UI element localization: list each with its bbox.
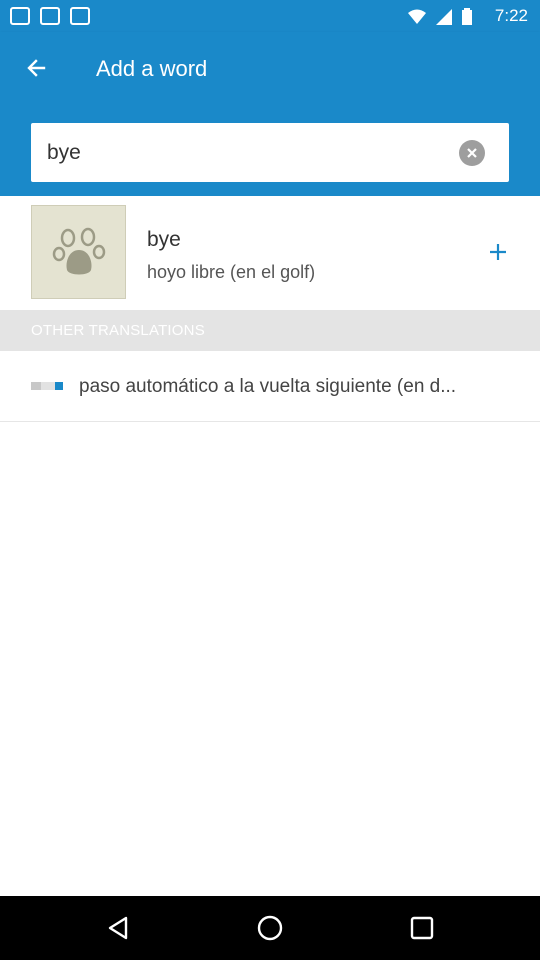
result-word: bye xyxy=(147,228,181,251)
add-word-button[interactable] xyxy=(482,236,514,268)
circle-home-icon xyxy=(257,915,283,941)
navigation-bar xyxy=(0,896,540,960)
page-title: Add a word xyxy=(96,56,208,81)
wifi-icon xyxy=(408,9,426,24)
clear-search-button[interactable] xyxy=(459,140,485,166)
search-box xyxy=(31,123,509,182)
triangle-back-icon xyxy=(108,916,128,940)
arrow-left-icon xyxy=(27,59,46,77)
other-translations-header: OTHER TRANSLATIONS xyxy=(0,310,540,351)
search-input[interactable] xyxy=(47,137,447,169)
battery-icon xyxy=(462,8,472,25)
nav-recent-button[interactable] xyxy=(404,910,440,946)
cell-signal-icon xyxy=(436,8,452,25)
other-translation-text: paso automático a la vuelta siguiente (e… xyxy=(79,376,457,397)
status-bar: 7:22 xyxy=(0,0,540,32)
status-time: 7:22 xyxy=(494,6,528,25)
flag-icon xyxy=(31,382,63,390)
square-recent-icon xyxy=(410,916,434,940)
word-thumbnail xyxy=(31,205,126,299)
nav-back-button[interactable] xyxy=(100,910,136,946)
app-bar: Add a word xyxy=(0,32,540,196)
back-button[interactable] xyxy=(18,50,54,86)
system-icons xyxy=(408,8,472,25)
notification-icons xyxy=(10,7,90,25)
nav-home-button[interactable] xyxy=(252,910,288,946)
section-label: OTHER TRANSLATIONS xyxy=(31,322,205,339)
plus-icon xyxy=(490,244,506,260)
notification-icon xyxy=(70,7,90,25)
result-row[interactable]: bye hoyo libre (en el golf) xyxy=(0,196,540,310)
list-item[interactable]: paso automático a la vuelta siguiente (e… xyxy=(0,351,540,422)
notification-icon xyxy=(40,7,60,25)
paw-icon xyxy=(52,227,105,275)
clear-circle-icon xyxy=(467,148,477,158)
result-translation: hoyo libre (en el golf) xyxy=(147,262,316,282)
notification-icon xyxy=(10,7,30,25)
